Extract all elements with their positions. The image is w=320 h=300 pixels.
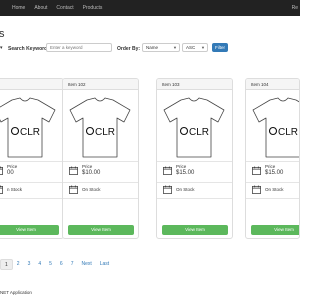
filter-bar: ▾ Search Keyword: Order By: Name ▼ ASC ▼… xyxy=(0,43,300,55)
product-card: Item 102 CLR Price $10.00 On Stock View … xyxy=(62,78,139,239)
order-by-label: Order By: xyxy=(117,46,141,52)
calendar-icon xyxy=(69,185,78,194)
divider xyxy=(63,198,138,199)
calendar-icon xyxy=(252,185,261,194)
card-header xyxy=(0,79,63,90)
shirt-logo-text: CLR xyxy=(20,127,40,138)
view-item-button[interactable]: View Item xyxy=(0,225,59,235)
card-header: Item 103 xyxy=(157,79,232,90)
chevron-down-icon: ▼ xyxy=(173,45,177,50)
price-row: Price $15.00 xyxy=(252,163,299,181)
chevron-down-icon: ▼ xyxy=(201,45,205,50)
nav-home[interactable]: Home xyxy=(12,5,25,11)
page-link[interactable]: 6 xyxy=(56,259,67,270)
order-direction-value: ASC xyxy=(186,45,196,50)
nav-about[interactable]: About xyxy=(34,5,47,11)
nav-contact[interactable]: Contact xyxy=(56,5,73,11)
view-item-button[interactable]: View Item xyxy=(68,225,134,235)
stock-status: On Stock xyxy=(176,187,195,192)
shirt-logo-text: CLR xyxy=(95,127,115,138)
product-card: CLR Price 00 n Stock View Item xyxy=(0,78,64,239)
calendar-icon xyxy=(69,166,78,175)
stock-row: n Stock xyxy=(0,183,60,197)
divider xyxy=(246,161,299,162)
tshirt-image: CLR xyxy=(69,97,131,158)
price-row: Price $15.00 xyxy=(163,163,229,181)
calendar-icon xyxy=(0,185,3,194)
price-label: Price xyxy=(82,164,93,169)
page-link[interactable]: 2 xyxy=(13,259,24,270)
price-label: Price xyxy=(176,164,187,169)
nav-register-link[interactable]: Re xyxy=(292,5,298,11)
order-by-value: Name xyxy=(146,45,159,50)
caret-icon: ▾ xyxy=(0,45,3,51)
price-label: Price xyxy=(265,164,276,169)
page-link[interactable]: 3 xyxy=(24,259,35,270)
divider xyxy=(0,198,63,199)
card-header: Item 102 xyxy=(63,79,138,90)
price-row: Price $10.00 xyxy=(69,163,135,181)
calendar-icon xyxy=(0,166,3,175)
divider xyxy=(157,198,232,199)
stock-row: On Stock xyxy=(69,183,135,197)
stock-status: On Stock xyxy=(82,187,101,192)
search-input[interactable] xyxy=(46,43,112,52)
footer-text: NET Application xyxy=(0,290,32,295)
calendar-icon xyxy=(252,166,261,175)
stock-status: On Stock xyxy=(265,187,284,192)
nav-products[interactable]: Products xyxy=(83,5,103,11)
page-link[interactable]: 4 xyxy=(34,259,45,270)
page-last[interactable]: Last xyxy=(96,259,113,270)
price-value: $15.00 xyxy=(265,170,284,176)
filter-button[interactable]: Filter xyxy=(212,43,228,52)
page-link[interactable]: 7 xyxy=(67,259,78,270)
shirt-logo-text: CLR xyxy=(189,127,209,138)
order-by-select[interactable]: Name ▼ xyxy=(142,43,180,52)
tshirt-image: CLR xyxy=(163,97,225,158)
view-item-button[interactable]: View Item xyxy=(251,225,299,235)
price-value: $10.00 xyxy=(82,170,101,176)
calendar-icon xyxy=(163,185,172,194)
divider xyxy=(0,161,63,162)
price-row: Price 00 xyxy=(0,163,60,181)
product-card: Item 104 CLR Price $15.00 On Stock View … xyxy=(245,78,300,239)
order-direction-select[interactable]: ASC ▼ xyxy=(182,43,208,52)
divider xyxy=(63,161,138,162)
tshirt-image: CLR xyxy=(252,97,299,158)
stock-row: On Stock xyxy=(252,183,299,197)
product-card: Item 103 CLR Price $15.00 On Stock View … xyxy=(156,78,233,239)
divider xyxy=(157,161,232,162)
page-next[interactable]: Next xyxy=(77,259,95,270)
page-title: s xyxy=(0,28,5,40)
tshirt-image: CLR xyxy=(0,97,56,158)
navbar: Home About Contact Products Re xyxy=(0,0,300,16)
divider xyxy=(246,198,299,199)
pagination: 1 2 3 4 5 6 7 Next Last xyxy=(0,259,113,271)
price-value: $15.00 xyxy=(176,170,195,176)
shirt-logo-text: CLR xyxy=(278,127,298,138)
page-link[interactable]: 5 xyxy=(45,259,56,270)
calendar-icon xyxy=(163,166,172,175)
search-keyword-label: Search Keyword: xyxy=(8,46,49,52)
stock-row: On Stock xyxy=(163,183,229,197)
price-value: 00 xyxy=(7,170,14,176)
price-label: Price xyxy=(7,164,18,169)
view-item-button[interactable]: View Item xyxy=(162,225,228,235)
stock-status: n Stock xyxy=(7,187,23,192)
page-current[interactable]: 1 xyxy=(0,259,13,270)
card-header: Item 104 xyxy=(246,79,299,90)
